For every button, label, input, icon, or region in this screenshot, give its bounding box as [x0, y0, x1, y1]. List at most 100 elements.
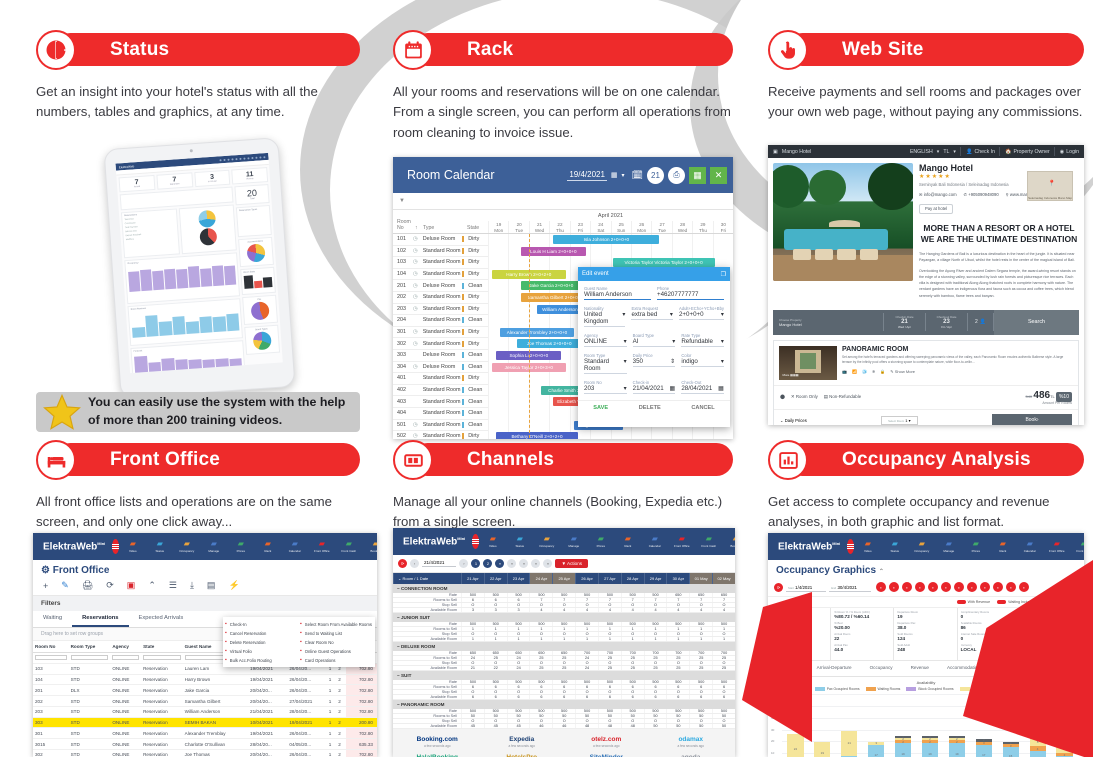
- filter-cell[interactable]: [68, 652, 111, 664]
- channels-day-header[interactable]: 01 May: [689, 573, 713, 584]
- channels-cell[interactable]: 500: [620, 622, 644, 626]
- channels-cell[interactable]: 700: [620, 651, 644, 655]
- tab-expected-arrivals[interactable]: Expected Arrivals: [129, 611, 194, 627]
- channels-cell[interactable]: 25: [689, 656, 712, 660]
- channels-cell[interactable]: O: [597, 661, 621, 665]
- channels-cell[interactable]: O: [575, 603, 598, 607]
- column-header[interactable]: Room Type: [68, 641, 111, 653]
- channels-group-header[interactable]: − DELUXE ROOM: [393, 642, 735, 651]
- channels-cell[interactable]: O: [620, 603, 644, 607]
- channels-cell[interactable]: 25: [597, 666, 621, 670]
- room-row[interactable]: 102 ◷ Standard Room Dirty: [393, 246, 488, 258]
- filter-cell[interactable]: [33, 652, 69, 664]
- channels-cell[interactable]: 25: [620, 656, 644, 660]
- legend-item[interactable]: Waiting Rooms: [865, 687, 900, 692]
- channels-cell[interactable]: O: [506, 661, 530, 665]
- channels-cell[interactable]: 6: [575, 695, 598, 699]
- channels-cell[interactable]: 50: [666, 714, 689, 718]
- channels-cell[interactable]: 500: [461, 593, 484, 597]
- grid-view-icon[interactable]: ▦: [689, 166, 706, 184]
- channels-cell[interactable]: 50: [643, 724, 667, 728]
- channels-cell[interactable]: 500: [461, 622, 484, 626]
- channels-group-header[interactable]: − JUNIOR SUIT: [393, 613, 735, 622]
- channels-cell[interactable]: 4: [689, 608, 712, 612]
- show-more-link[interactable]: ✎ Show More: [890, 369, 915, 374]
- channels-cell[interactable]: 25: [712, 666, 735, 670]
- search-button[interactable]: Search: [994, 309, 1079, 335]
- tab-reservations[interactable]: Reservations: [72, 611, 129, 627]
- edit-field[interactable]: Agency ONLINE ▾: [584, 333, 627, 347]
- channels-cell[interactable]: 500: [575, 622, 598, 626]
- channels-cell[interactable]: 50: [689, 724, 712, 728]
- channels-cell[interactable]: 7: [666, 598, 689, 602]
- context-cancel-icon[interactable]: ▪ Cancel Reservation: [225, 630, 298, 636]
- channels-cell[interactable]: 500: [483, 680, 507, 684]
- nav-front-cash-icon[interactable]: ▰Front Cash: [335, 540, 362, 553]
- channels-cell[interactable]: 500: [620, 593, 644, 597]
- bar-column[interactable]: 3 17: [863, 694, 890, 757]
- nav-video-icon[interactable]: ▰ Video: [854, 540, 881, 553]
- edit-field[interactable]: Guest Name William Anderson: [584, 286, 651, 300]
- location-map-thumb[interactable]: 📍 Seleinadag Indonesia Mano Map: [1027, 171, 1073, 201]
- channels-cell[interactable]: 6: [483, 685, 507, 689]
- room-row[interactable]: 404 Standard Room Clean: [393, 408, 488, 420]
- channels-cell[interactable]: 650: [506, 651, 530, 655]
- channels-cell[interactable]: 500: [575, 593, 598, 597]
- channels-cell[interactable]: 3: [461, 608, 484, 612]
- channels-cell[interactable]: 500: [597, 680, 621, 684]
- channels-cell[interactable]: 25: [552, 666, 575, 670]
- channels-cell[interactable]: 500: [529, 593, 552, 597]
- room-row[interactable]: 201 ◷ Deluxe Room Clean: [393, 280, 488, 292]
- channels-cell[interactable]: O: [712, 632, 735, 636]
- channels-cell[interactable]: 1: [506, 627, 530, 631]
- channels-cell[interactable]: 500: [552, 622, 575, 626]
- channels-cell[interactable]: 1: [529, 637, 552, 641]
- channels-cell[interactable]: O: [552, 632, 575, 636]
- channels-cell[interactable]: O: [461, 603, 484, 607]
- channels-cell[interactable]: O: [689, 603, 712, 607]
- edit-field[interactable]: Rate Type Refundable ▾: [681, 333, 725, 347]
- nav-front-office-icon[interactable]: ▰ Front Office: [308, 540, 335, 553]
- language-chevron-icon[interactable]: ▾: [937, 149, 940, 155]
- report-icon-2[interactable]: ▪: [889, 582, 900, 592]
- channels-date[interactable]: 21/4/2021: [422, 560, 457, 567]
- channels-cell[interactable]: 700: [666, 651, 689, 655]
- channels-cell[interactable]: O: [552, 690, 575, 694]
- start-date-field[interactable]: Start 1/4/2021: [786, 583, 827, 592]
- lightning-icon[interactable]: ⚡: [228, 580, 239, 591]
- context-delete-icon[interactable]: ▪ Delete Reservation: [225, 639, 298, 645]
- property-select[interactable]: Choose Property Mango Hotel: [773, 313, 884, 332]
- nav-rack-icon[interactable]: ▰ Rack: [614, 535, 641, 548]
- context-waiting-icon[interactable]: ▪ Send to Waiting List: [300, 630, 373, 636]
- channels-cell[interactable]: 700: [575, 651, 598, 655]
- channels-cell[interactable]: 1: [483, 637, 507, 641]
- channels-cell[interactable]: O: [712, 603, 735, 607]
- channels-cell[interactable]: 24: [506, 656, 530, 660]
- channels-cell[interactable]: 500: [483, 622, 507, 626]
- report-icon-3[interactable]: ▪: [902, 582, 913, 592]
- channels-cell[interactable]: 50: [552, 714, 575, 718]
- channels-cell[interactable]: 500: [643, 622, 667, 626]
- channels-cell[interactable]: 500: [506, 709, 530, 713]
- channels-day-header[interactable]: 02 May: [712, 573, 735, 584]
- channels-cell[interactable]: O: [529, 632, 552, 636]
- channels-cell[interactable]: 650: [529, 651, 552, 655]
- channels-cell[interactable]: 4: [552, 608, 575, 612]
- channels-cell[interactable]: O: [461, 632, 484, 636]
- channels-cell[interactable]: 500: [666, 680, 689, 684]
- channels-cell[interactable]: 6: [666, 695, 689, 699]
- nav-prices-icon[interactable]: ▰ Prices: [962, 540, 989, 553]
- channels-cell[interactable]: 25: [552, 656, 575, 660]
- channels-cell[interactable]: O: [689, 690, 712, 694]
- channels-cell[interactable]: 4: [575, 608, 598, 612]
- checkin-link[interactable]: 👤 Check In: [960, 147, 995, 156]
- channels-cell[interactable]: 46: [552, 724, 575, 728]
- channels-cell[interactable]: 48: [620, 724, 644, 728]
- legend-item[interactable]: Block Occupied Rooms: [906, 687, 954, 692]
- channels-cell[interactable]: O: [575, 690, 598, 694]
- channels-cell[interactable]: O: [575, 632, 598, 636]
- channels-cell[interactable]: O: [712, 661, 735, 665]
- list-icon[interactable]: ☰: [169, 580, 177, 591]
- next-icon[interactable]: ›: [459, 559, 469, 568]
- channels-cell[interactable]: 50: [689, 714, 712, 718]
